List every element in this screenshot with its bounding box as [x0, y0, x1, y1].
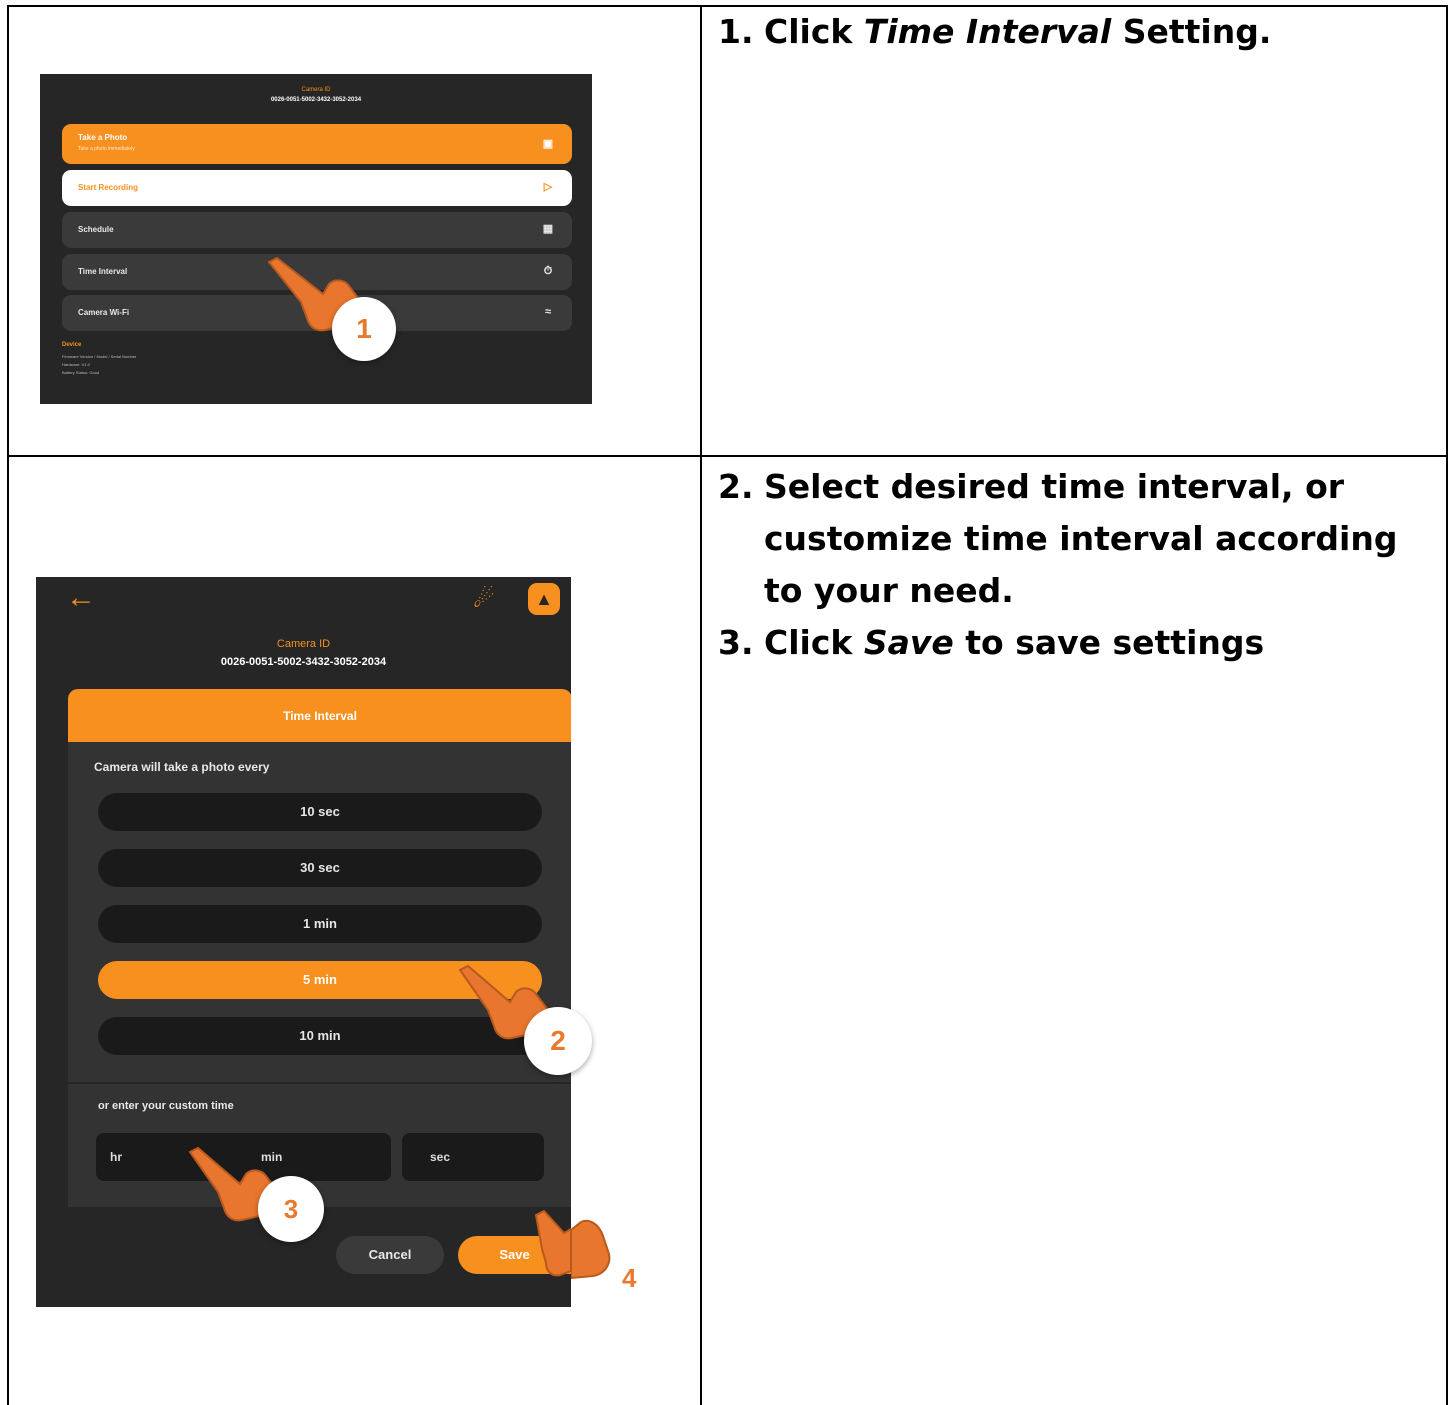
wifi-icon: ≈ — [544, 306, 552, 318]
device-footer-line: Hardware: V1.0 — [62, 362, 90, 367]
camera-id-value: 0026-0051-5002-3432-3052-2034 — [270, 97, 362, 103]
dialog-divider — [68, 1082, 571, 1084]
table-column-divider — [700, 5, 702, 1405]
pointing-hand-icon — [571, 1219, 611, 1280]
menu-schedule[interactable]: Schedule ▦ — [62, 212, 572, 248]
interval-option-10-sec[interactable]: 10 sec — [98, 793, 542, 831]
interval-option-1-min[interactable]: 1 min — [98, 905, 542, 943]
step-badge-4: 4 — [622, 1263, 637, 1293]
calendar-icon: ▦ — [542, 223, 554, 235]
menu-start-recording[interactable]: Start Recording ▷ — [62, 170, 572, 206]
device-footer-line: Battery Status: Good — [62, 370, 100, 375]
step-text-pre: Click — [764, 12, 864, 51]
step-text-em: Save — [863, 623, 954, 662]
camera-id-label: Camera ID — [276, 638, 331, 650]
hour-field[interactable]: hr — [110, 1150, 122, 1164]
app-screenshot-menu: Camera ID 0026-0051-5002-3432-3052-2034 … — [40, 74, 592, 404]
menu-label: Start Recording — [78, 183, 139, 192]
dialog-header: Time Interval — [68, 689, 571, 742]
dialog-title: Time Interval — [283, 709, 357, 723]
menu-label: Take a Photo — [78, 133, 128, 142]
menu-sublabel: Take a photo immediately — [78, 146, 135, 152]
menu-label: Schedule — [78, 225, 114, 234]
time-interval-dialog: Time Interval Camera will take a photo e… — [68, 689, 571, 1207]
device-footer-title: Device — [62, 342, 82, 348]
second-field-label: sec — [430, 1150, 451, 1164]
pointing-hand-icon — [534, 1209, 571, 1277]
table-row-divider — [7, 455, 1448, 457]
custom-time-label: or enter your custom time — [98, 1100, 234, 1112]
step-badge-1: 1 — [332, 297, 396, 361]
step-text-em: Time Interval — [863, 12, 1112, 51]
back-arrow-icon[interactable]: ← — [66, 581, 96, 615]
instructions-step2-3: 2. Select desired time interval, or cust… — [718, 461, 1444, 669]
step-text-post: to save settings — [953, 623, 1265, 662]
table-border-left — [7, 5, 9, 1405]
step-3: 3. Click Save to save settings — [718, 617, 1444, 669]
instructions-step1: 1. Click Time Interval Setting. — [718, 6, 1444, 58]
step-badge-3: 3 — [258, 1176, 324, 1242]
account-icon[interactable]: ▲ — [528, 583, 560, 615]
video-icon: ▷ — [543, 181, 553, 193]
menu-label: Camera Wi-Fi — [78, 308, 130, 317]
camera-id-label: Camera ID — [301, 87, 331, 93]
step-number: 1. — [718, 12, 754, 51]
step-text-pre: Click — [764, 623, 864, 662]
device-footer-line: Firmware Version / Model / Serial Number — [62, 354, 137, 359]
step-text-post: Setting. — [1111, 12, 1272, 51]
table-border-right — [1446, 5, 1448, 1405]
camera-id-value: 0026-0051-5002-3432-3052-2034 — [220, 656, 387, 668]
second-field[interactable]: sec — [402, 1133, 544, 1181]
cancel-button[interactable]: Cancel — [336, 1236, 444, 1274]
camera-icon: ▣ — [542, 138, 554, 150]
timer-icon: ⏱ — [543, 265, 553, 277]
step-number: 2. — [718, 467, 754, 506]
interval-option-30-sec[interactable]: 30 sec — [98, 849, 542, 887]
step-number: 3. — [718, 623, 754, 662]
step-2: 2. Select desired time interval, or cust… — [718, 461, 1444, 617]
step-badge-2: 2 — [524, 1007, 592, 1075]
step-1: 1. Click Time Interval Setting. — [718, 6, 1444, 58]
notification-icon[interactable]: ☄ — [473, 585, 495, 614]
menu-label: Time Interval — [78, 267, 128, 276]
interval-prompt: Camera will take a photo every — [94, 760, 270, 774]
menu-take-photo[interactable]: Take a Photo Take a photo immediately ▣ — [62, 124, 572, 164]
step-text: Select desired time interval, or customi… — [764, 467, 1398, 610]
